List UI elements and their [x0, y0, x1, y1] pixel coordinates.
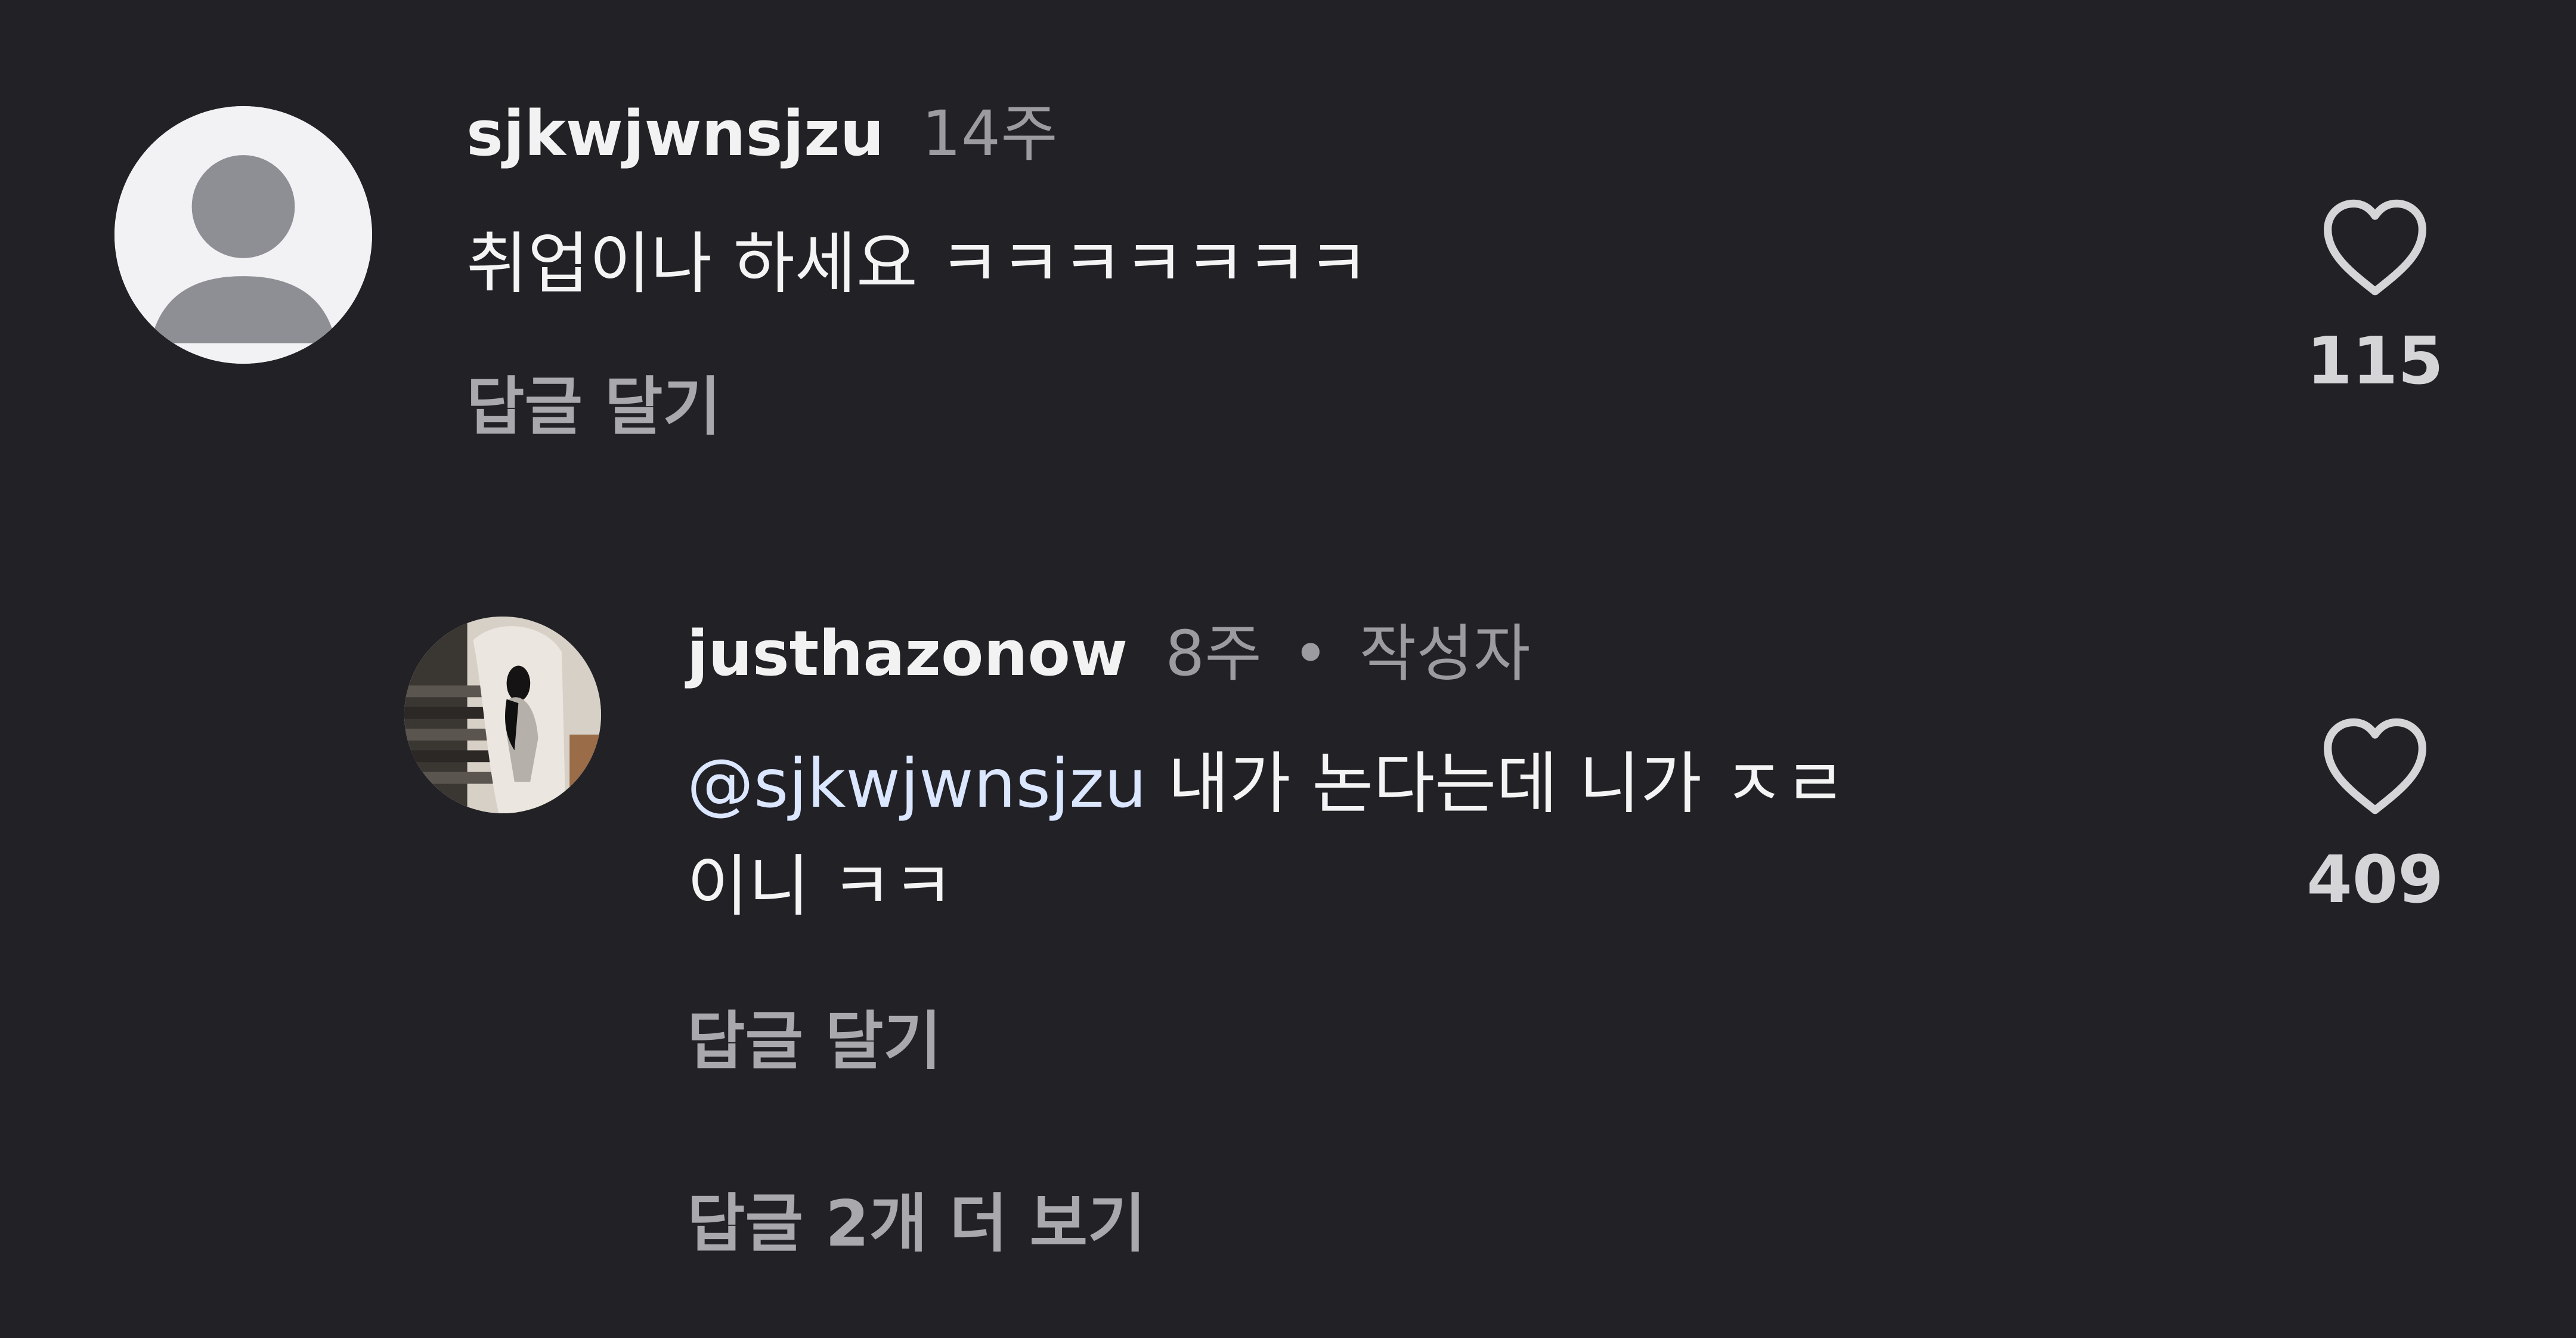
username[interactable]: justhazonow [687, 617, 1128, 690]
comment-time: 8주 [1165, 617, 1262, 690]
username[interactable]: sjkwjwnsjzu [466, 97, 884, 170]
author-badge: 작성자 [1359, 617, 1531, 690]
like-control: 115 [2286, 197, 2464, 394]
comment-text-line: 이니 ㅋㅋ [687, 848, 954, 926]
mention-link[interactable]: @sjkwjwnsjzu [687, 745, 1147, 823]
comment-time: 14주 [921, 97, 1058, 170]
avatar[interactable] [114, 106, 372, 364]
meta-separator: • [1292, 617, 1329, 690]
reply-button[interactable]: 답글 달기 [687, 1010, 942, 1073]
comment-text-line: @sjkwjwnsjzu 내가 논다는데 니가 ㅈㄹ [687, 744, 2178, 824]
comment-header: sjkwjwnsjzu 14주 [466, 103, 1058, 165]
user-photo-icon [404, 617, 601, 813]
comment-text: 취업이나 하세요 ㅋㅋㅋㅋㅋㅋㅋ [466, 224, 1369, 304]
view-more-replies-button[interactable]: 답글 2개 더 보기 [687, 1193, 1146, 1256]
comment-text: @sjkwjwnsjzu 내가 논다는데 니가 ㅈㄹ 이니 ㅋㅋ [687, 744, 2178, 927]
like-count: 115 [2306, 323, 2444, 399]
avatar[interactable] [404, 617, 601, 813]
heart-outline-icon[interactable] [2318, 716, 2432, 817]
comment-header: justhazonow 8주 • 작성자 [687, 622, 1531, 685]
reply-button[interactable]: 답글 달기 [466, 376, 721, 439]
like-count: 409 [2306, 841, 2444, 918]
default-user-icon [114, 106, 372, 364]
heart-outline-icon[interactable] [2318, 197, 2432, 298]
comment-text-content: 내가 논다는데 니가 ㅈㄹ [1146, 745, 1846, 823]
comment-text-content: 취업이나 하세요 ㅋㅋㅋㅋㅋㅋㅋ [466, 225, 1369, 303]
like-control: 409 [2286, 716, 2464, 912]
